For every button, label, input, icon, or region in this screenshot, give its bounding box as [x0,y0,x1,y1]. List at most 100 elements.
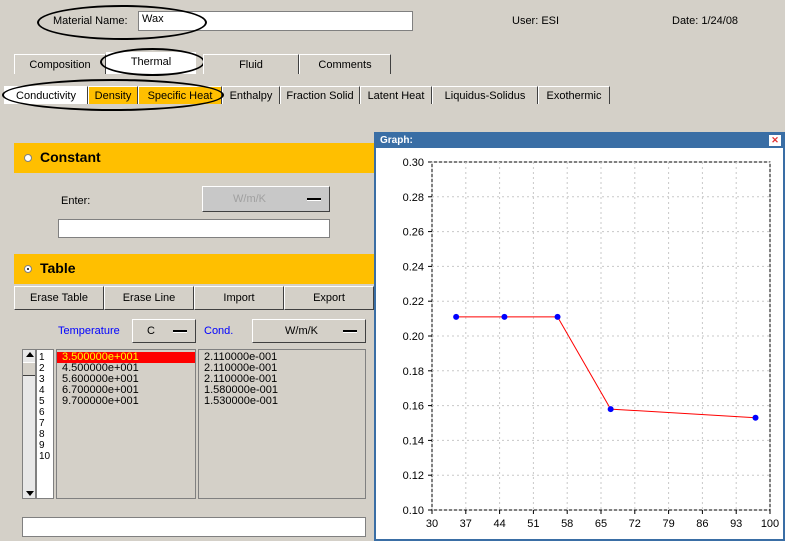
import-label: Import [223,292,255,304]
x-tick-label: 37 [460,518,472,530]
row-number: 5 [39,396,45,407]
constant-radio[interactable] [24,154,32,162]
material-name-value: Wax [142,13,164,25]
erase-table-button[interactable]: Erase Table [14,286,104,310]
subtab-specific-heat-label: Specific Heat [147,90,213,102]
enter-label: Enter: [61,195,91,207]
x-tick-label: 100 [761,518,779,530]
temperature-label: Temperature [58,325,120,337]
data-point [501,313,508,320]
user-label: User: ESI [512,15,560,27]
subtab-conductivity-label: Conductivity [16,90,76,102]
subtab-liquidus-solidus[interactable]: Liquidus-Solidus [432,86,538,104]
scroll-thumb[interactable] [23,362,35,376]
y-tick-label: 0.20 [403,331,424,343]
export-button[interactable]: Export [284,286,374,310]
table-header: Table [14,254,374,284]
x-tick-label: 58 [561,518,573,530]
erase-line-label: Erase Line [122,292,176,304]
constant-unit-dropdown[interactable]: W/m/K [202,186,330,212]
tab-composition-label: Composition [29,59,91,71]
subtab-specific-heat[interactable]: Specific Heat [138,86,222,104]
chevron-down-icon [343,330,357,333]
tab-fluid[interactable]: Fluid [203,54,299,74]
material-name-input[interactable]: Wax [138,11,413,31]
conductivity-list[interactable]: 2.110000e-001 2.110000e-001 2.110000e-00… [198,349,366,499]
y-tick-label: 0.18 [403,366,424,378]
constant-header: Constant [14,143,374,173]
scroll-down-arrow-icon[interactable] [26,491,34,496]
subtab-density[interactable]: Density [88,86,138,104]
y-tick-label: 0.14 [403,435,424,447]
subtab-density-label: Density [94,90,132,102]
import-button[interactable]: Import [194,286,284,310]
subtab-latent-heat-label: Latent Heat [367,90,425,102]
row-number: 6 [39,407,45,418]
y-tick-label: 0.30 [403,157,424,169]
row-number: 7 [39,418,45,429]
y-tick-label: 0.28 [403,192,424,204]
data-point [554,313,561,320]
subtab-enthalpy-label: Enthalpy [229,90,273,102]
tab-thermal-label: Thermal [130,56,172,68]
left-panel: Constant Enter: W/m/K Table Erase Table … [14,143,374,541]
subtab-enthalpy[interactable]: Enthalpy [222,86,280,104]
temperature-unit-label: C [147,325,155,337]
conductivity-chart: 0.10 0.12 0.14 0.16 0.18 0.20 0.22 0.24 0.26 0.28… [403,157,780,530]
x-tick-label: 93 [730,518,742,530]
bottom-input[interactable] [22,517,366,537]
y-tick-label: 0.16 [403,401,424,413]
tab-thermal[interactable]: Thermal [106,52,196,74]
y-tick-label: 0.26 [403,227,424,239]
row-numbers: 1 2 3 4 5 6 7 8 9 10 [36,349,54,499]
x-tick-label: 51 [527,518,539,530]
graph-window: Graph: ✕ 0.10 0.12 0.14 0.16 0.18 0.20 0.22 0.2… [374,132,785,541]
x-tick-label: 86 [696,518,708,530]
subtab-conductivity[interactable]: Conductivity [4,86,88,104]
data-point [607,406,614,413]
temperature-unit-dropdown[interactable]: C [132,319,196,343]
cond-unit-dropdown[interactable]: W/m/K [252,319,366,343]
table-radio[interactable] [24,265,32,273]
data-point [453,313,460,320]
constant-title: Constant [40,149,101,165]
subtab-fraction-solid-label: Fraction Solid [286,90,354,102]
tab-composition[interactable]: Composition [14,54,106,74]
tab-fluid-label: Fluid [239,59,263,71]
erase-line-button[interactable]: Erase Line [104,286,194,310]
x-tick-label: 44 [493,518,505,530]
cond-label: Cond. [204,325,234,337]
scroll-up-arrow-icon[interactable] [26,352,34,357]
constant-unit-label: W/m/K [233,193,266,205]
x-tick-label: 30 [426,518,438,530]
data-point [752,414,759,421]
graph-title: Graph: [380,135,413,146]
x-tick-label: 65 [595,518,607,530]
row-number: 2 [39,363,45,374]
conductivity-cell[interactable]: 1.530000e-001 [199,396,365,407]
chevron-down-icon [307,198,321,201]
subtab-fraction-solid[interactable]: Fraction Solid [280,86,360,104]
graph-titlebar: Graph: ✕ [376,134,783,148]
chevron-down-icon [173,330,187,333]
close-icon[interactable]: ✕ [769,135,781,146]
tab-comments[interactable]: Comments [299,54,391,74]
constant-value-input[interactable] [58,219,330,238]
export-label: Export [313,292,345,304]
table-scrollbar[interactable] [22,349,36,499]
close-glyph: ✕ [771,135,779,145]
subtab-latent-heat[interactable]: Latent Heat [360,86,432,104]
subtab-exothermic-label: Exothermic [546,90,602,102]
row-number: 1 [39,352,45,363]
material-name-label: Material Name: [53,15,128,27]
subtab-exothermic[interactable]: Exothermic [538,86,610,104]
row-number: 8 [39,429,45,440]
x-tick-label: 72 [629,518,641,530]
row-number: 10 [39,451,51,462]
temperature-cell[interactable]: 9.700000e+001 [57,396,195,407]
row-number: 9 [39,440,45,451]
temperature-list[interactable]: 3.500000e+001 4.500000e+001 5.600000e+00… [56,349,196,499]
x-tick-label: 79 [662,518,674,530]
table-title: Table [40,260,76,276]
date-label: Date: 1/24/08 [672,15,739,27]
